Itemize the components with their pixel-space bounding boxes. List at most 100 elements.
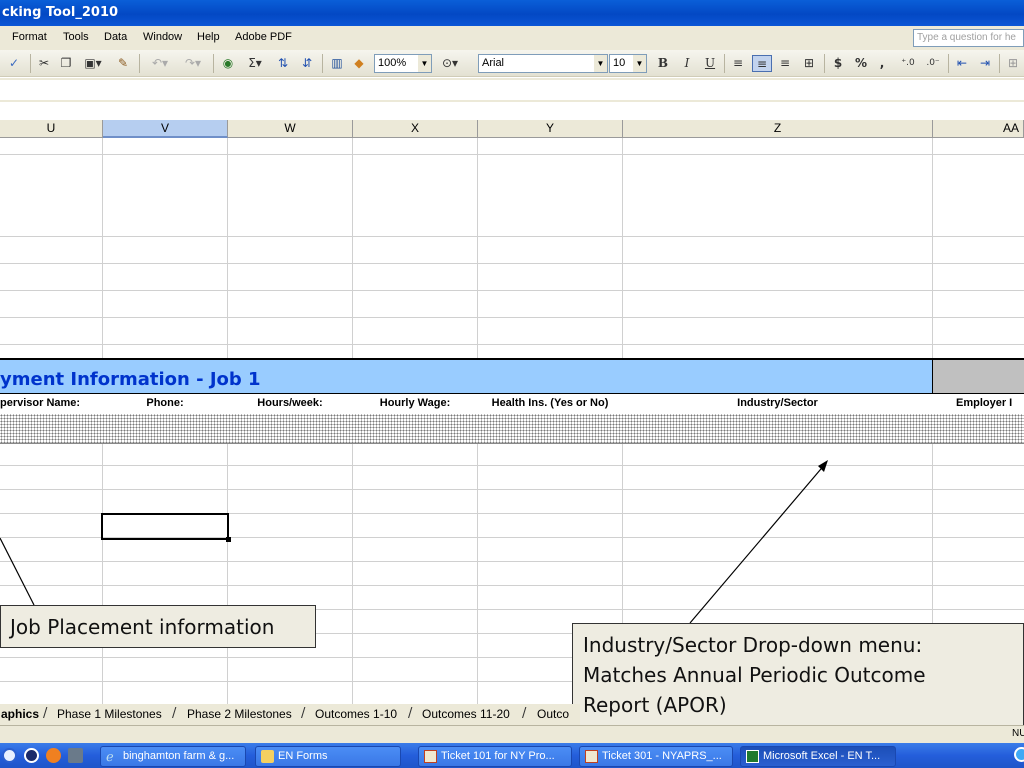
merge-center-icon[interactable]: ⊞	[799, 55, 819, 72]
bold-button[interactable]: B	[655, 55, 671, 72]
taskbar-button-excel[interactable]: Microsoft Excel - EN T...	[740, 746, 896, 767]
chevron-down-icon[interactable]: ▼	[418, 55, 431, 72]
tab-divider: /	[43, 706, 48, 721]
gridline	[0, 489, 1024, 490]
gridline	[0, 465, 1024, 466]
redo-icon[interactable]: ↷▾	[178, 55, 208, 72]
gridline	[0, 263, 1024, 264]
menu-help[interactable]: Help	[197, 31, 220, 43]
window-title: cking Tool_2010	[2, 5, 119, 20]
increase-decimal-icon[interactable]: ⁺.0	[897, 55, 919, 72]
menu-data[interactable]: Data	[104, 31, 127, 43]
taskbar-button-label: binghamton farm & g...	[123, 750, 235, 762]
decrease-decimal-icon[interactable]: .0⁻	[922, 55, 944, 72]
header-industry-sector: Industry/Sector	[737, 397, 818, 409]
formula-area	[0, 78, 1024, 102]
autosum-icon[interactable]: Σ▾	[243, 55, 267, 72]
percent-button[interactable]: %	[852, 55, 870, 72]
font-name-select[interactable]: Arial ▼	[478, 54, 608, 73]
quick-launch-icon[interactable]	[2, 748, 17, 763]
system-tray-icon[interactable]	[1014, 747, 1024, 762]
media-player-icon[interactable]	[24, 748, 39, 763]
increase-indent-icon[interactable]: ⇥	[976, 55, 994, 72]
hyperlink-icon[interactable]: ◉	[219, 55, 237, 72]
taskbar-button-browser[interactable]: ℯ binghamton farm & g...	[100, 746, 246, 767]
app-icon[interactable]	[68, 748, 83, 763]
copy-icon[interactable]: ❐	[58, 55, 74, 72]
taskbar-button-label: Ticket 301 - NYAPRS_...	[602, 750, 722, 762]
sort-ascending-icon[interactable]: ⇅	[274, 55, 292, 72]
gridline	[0, 585, 1024, 586]
column-header-y[interactable]: Y	[478, 120, 623, 138]
gridline	[0, 290, 1024, 291]
align-center-icon[interactable]: ≡	[752, 55, 772, 72]
callout-industry-line: Matches Annual Periodic Outcome	[583, 663, 926, 687]
column-headers: U V W X Y Z AA	[0, 120, 1024, 138]
taskbar-button-label: Ticket 101 for NY Pro...	[441, 750, 555, 762]
column-header-w[interactable]: W	[228, 120, 353, 138]
drawing-icon[interactable]: ◆	[350, 55, 368, 72]
align-right-icon[interactable]: ≡	[776, 55, 794, 72]
align-left-icon[interactable]: ≡	[729, 55, 747, 72]
menu-tools[interactable]: Tools	[63, 31, 89, 43]
column-header-x[interactable]: X	[353, 120, 478, 138]
taskbar-button-ticket-101[interactable]: Ticket 101 for NY Pro...	[418, 746, 572, 767]
decrease-indent-icon[interactable]: ⇤	[953, 55, 971, 72]
formatting-toolbar: ✓ ✂ ❐ ▣▾ ✎ ↶▾ ↷▾ ◉ Σ▾ ⇅ ⇵ ▥ ◆ 100% ▼ ⊙▾ …	[0, 50, 1024, 77]
paste-icon[interactable]: ▣▾	[80, 55, 106, 72]
document-icon	[585, 750, 598, 763]
gridline	[0, 561, 1024, 562]
undo-icon[interactable]: ↶▾	[145, 55, 175, 72]
zoom-value: 100%	[378, 57, 407, 69]
chevron-down-icon[interactable]: ▼	[594, 55, 607, 72]
underline-button[interactable]: U	[702, 55, 718, 72]
gridline	[0, 344, 1024, 345]
gridline	[0, 317, 1024, 318]
column-header-u[interactable]: U	[0, 120, 103, 138]
font-size-select[interactable]: 10 ▼	[609, 54, 647, 73]
section-header-band: yment Information - Job 1	[0, 358, 932, 394]
menu-format[interactable]: Format	[12, 31, 47, 43]
gridline	[0, 236, 1024, 237]
ask-question-input[interactable]: Type a question for he	[913, 29, 1024, 47]
borders-icon[interactable]: ⊞	[1004, 55, 1022, 72]
sheet-tab-phase2[interactable]: Phase 2 Milestones	[187, 707, 292, 721]
menu-window[interactable]: Window	[143, 31, 182, 43]
formula-bar[interactable]	[0, 80, 1024, 100]
menu-bar: Format Tools Data Window Help Adobe PDF …	[0, 26, 1024, 50]
format-painter-icon[interactable]: ✎	[114, 55, 132, 72]
firefox-icon[interactable]	[46, 748, 61, 763]
column-header-aa[interactable]: AA	[933, 120, 1024, 138]
fill-handle[interactable]	[226, 537, 231, 542]
sort-descending-icon[interactable]: ⇵	[298, 55, 316, 72]
spelling-icon[interactable]: ✓	[6, 55, 22, 72]
status-bar: NU	[0, 725, 1024, 743]
currency-button[interactable]: $	[829, 55, 847, 72]
zoom-select[interactable]: 100% ▼	[374, 54, 432, 73]
taskbar-button-en-forms[interactable]: EN Forms	[255, 746, 401, 767]
tab-divider: /	[408, 706, 413, 721]
chevron-down-icon[interactable]: ▼	[633, 55, 646, 72]
document-icon	[424, 750, 437, 763]
active-cell[interactable]	[101, 513, 231, 542]
sheet-tab-demographics[interactable]: aphics	[1, 707, 39, 721]
toolbar-separator	[139, 54, 140, 73]
internet-explorer-icon: ℯ	[106, 749, 114, 764]
taskbar-button-label: EN Forms	[278, 750, 328, 762]
cut-icon[interactable]: ✂	[36, 55, 52, 72]
menu-adobe-pdf[interactable]: Adobe PDF	[235, 31, 292, 43]
sheet-tab-outcomes-1-10[interactable]: Outcomes 1-10	[315, 707, 397, 721]
chart-wizard-icon[interactable]: ▥	[328, 55, 346, 72]
sheet-tab-outcomes-more[interactable]: Outco	[537, 707, 569, 721]
comma-button[interactable]: ,	[875, 55, 889, 72]
taskbar-button-ticket-301[interactable]: Ticket 301 - NYAPRS_...	[579, 746, 733, 767]
help-icon[interactable]: ⊙▾	[437, 55, 463, 72]
column-header-z[interactable]: Z	[623, 120, 933, 138]
column-header-v[interactable]: V	[103, 120, 228, 138]
toolbar-separator	[948, 54, 949, 73]
sheet-tab-outcomes-11-20[interactable]: Outcomes 11-20	[422, 707, 510, 721]
header-employer: Employer I	[956, 397, 1013, 409]
italic-button[interactable]: I	[679, 55, 695, 72]
tab-divider: /	[172, 706, 177, 721]
sheet-tab-phase1[interactable]: Phase 1 Milestones	[57, 707, 162, 721]
